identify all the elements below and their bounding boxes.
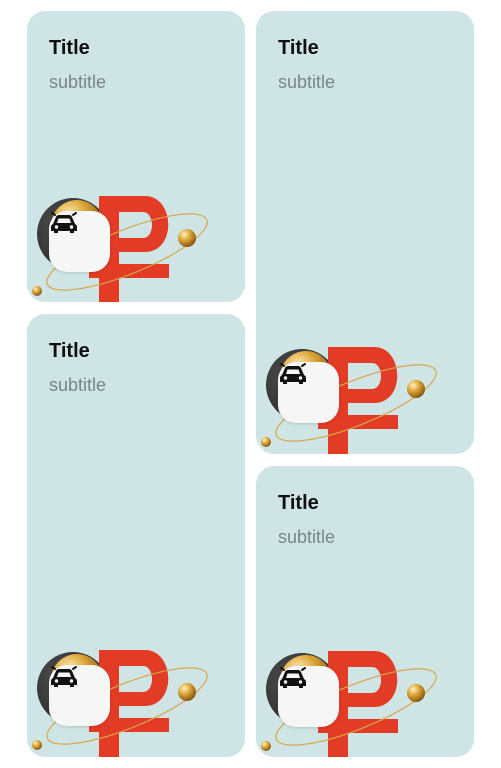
car-icon <box>280 667 306 688</box>
ruble-illustration <box>256 333 440 454</box>
card-subtitle: subtitle <box>278 527 336 547</box>
card-4[interactable]: Title subtitle <box>256 466 474 757</box>
ruble-illustration <box>256 637 440 757</box>
card-title: Title <box>49 340 90 362</box>
ruble-illustration <box>27 182 211 302</box>
card-3[interactable]: Title subtitle <box>27 314 245 757</box>
card-subtitle: subtitle <box>278 72 336 92</box>
card-subtitle: subtitle <box>49 375 107 395</box>
car-badge <box>278 362 339 423</box>
car-badge <box>278 666 339 727</box>
card-title: Title <box>278 37 319 59</box>
car-icon <box>51 666 77 687</box>
card-2[interactable]: Title subtitle <box>256 11 474 454</box>
card-subtitle: subtitle <box>49 72 107 92</box>
car-icon <box>280 363 306 384</box>
card-title: Title <box>49 37 90 59</box>
card-title: Title <box>278 492 319 514</box>
car-badge <box>49 211 110 272</box>
car-badge <box>49 665 110 726</box>
car-icon <box>51 212 77 233</box>
ruble-illustration <box>27 636 211 757</box>
card-1[interactable]: Title subtitle <box>27 11 245 302</box>
